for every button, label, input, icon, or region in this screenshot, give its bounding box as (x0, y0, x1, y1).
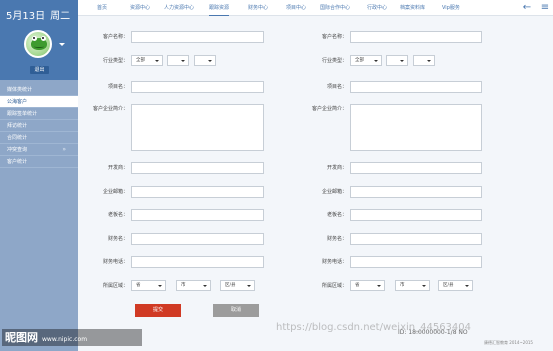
tab-projects[interactable]: 项目中心 (286, 0, 306, 16)
sidebar-header: 5月13日 周二 退出 (0, 0, 78, 80)
sidebar-item-contracts[interactable]: 合同统计 (0, 132, 78, 144)
label-project-right: 项目名： (326, 84, 347, 90)
menu-icon[interactable]: ≡ (539, 2, 551, 14)
industry-select-right[interactable]: 全部 (350, 55, 382, 66)
tab-international[interactable]: 国际合作中心 (320, 0, 350, 16)
industry-subselect-2[interactable] (194, 55, 216, 66)
double-chevron-right-icon: » (62, 146, 66, 153)
chevron-down-icon (181, 60, 185, 62)
date-text: 5月13日 (6, 11, 46, 22)
sidebar-item-customers[interactable]: 客户统计 (0, 156, 78, 168)
project-input[interactable] (131, 81, 264, 93)
sidebar-item-conflicts[interactable]: 冲突查询» (0, 144, 78, 156)
watermark-id: ID: 18:0000000-1/8 NO (398, 329, 468, 336)
chevron-down-icon (465, 285, 469, 287)
district-select-right[interactable]: 区/县 (438, 280, 473, 291)
sidebar-item-visits[interactable]: 拜访统计 (0, 120, 78, 132)
finance-input-right[interactable] (350, 233, 482, 245)
sidebar-item-public-customers[interactable]: 公海客户 (0, 96, 78, 108)
chevron-down-icon (377, 285, 381, 287)
chevron-down-icon (203, 285, 207, 287)
label-email: 企业邮箱： (102, 189, 128, 195)
intro-textarea-right[interactable] (350, 104, 482, 151)
province-select-right[interactable]: 省 (350, 280, 385, 291)
customer-name-input-right[interactable] (350, 31, 482, 43)
chevron-down-icon (155, 60, 159, 62)
label-finance: 财务名： (107, 236, 128, 242)
label-finance-right: 财务名： (326, 236, 347, 242)
sidebar-menu: 媒体类统计 公海客户 跟踪签单统计 拜访统计 合同统计 冲突查询» 客户统计 (0, 84, 78, 168)
contact-input[interactable] (131, 209, 264, 221)
chevron-down-icon (374, 60, 378, 62)
sidebar-item-media[interactable]: 媒体类统计 (0, 84, 78, 96)
email-input-right[interactable] (350, 186, 482, 198)
chevron-down-icon (400, 60, 404, 62)
industry-select[interactable]: 全部 (131, 55, 163, 66)
logout-button[interactable]: 退出 (30, 66, 49, 74)
developer-input-right[interactable] (350, 162, 482, 174)
intro-textarea[interactable] (131, 104, 264, 151)
cancel-button[interactable]: 取消 (213, 304, 259, 317)
phone-input[interactable] (131, 256, 264, 268)
chevron-down-icon (427, 60, 431, 62)
province-select[interactable]: 省 (131, 280, 166, 291)
chevron-down-icon (158, 285, 162, 287)
city-select-right[interactable]: 市 (395, 280, 430, 291)
frog-icon (31, 36, 47, 50)
sidebar: 5月13日 周二 退出 媒体类统计 公海客户 跟踪签单统计 拜访统计 合同统计 冲… (0, 0, 78, 351)
tab-admin[interactable]: 行政中心 (367, 0, 387, 16)
chevron-down-icon (422, 285, 426, 287)
avatar[interactable] (24, 30, 52, 58)
label-phone-right: 财务电话： (321, 259, 347, 265)
email-input[interactable] (131, 186, 264, 198)
chevron-down-icon (208, 60, 212, 62)
label-region: 所属区域： (102, 283, 128, 289)
sidebar-item-tracking[interactable]: 跟踪签单统计 (0, 108, 78, 120)
city-select[interactable]: 市 (176, 280, 211, 291)
tab-finance[interactable]: 财务中心 (248, 0, 268, 16)
back-arrow-icon[interactable]: ← (521, 2, 533, 14)
contact-input-right[interactable] (350, 209, 482, 221)
submit-button[interactable]: 提交 (135, 304, 181, 317)
tab-home[interactable]: 首页 (97, 0, 107, 16)
phone-input-right[interactable] (350, 256, 482, 268)
tab-tracking[interactable]: 跟踪资源 (209, 0, 230, 16)
label-customer-name-right: 客户名称： (321, 34, 347, 40)
label-customer-name: 客户名称： (102, 34, 128, 40)
tab-hr[interactable]: 人力资源中心 (164, 0, 194, 16)
label-contact-right: 老板名： (326, 212, 347, 218)
weekday-text: 周二 (50, 11, 71, 22)
top-nav: 首页 资源中心 人力资源中心 跟踪资源 财务中心 项目中心 国际合作中心 行政中… (78, 0, 553, 16)
label-project: 项目名： (107, 84, 128, 90)
industry-subselect-1-right[interactable] (386, 55, 408, 66)
label-region-right: 所属区域： (321, 283, 347, 289)
label-intro: 客户企业简介： (92, 106, 128, 112)
finance-input[interactable] (131, 233, 264, 245)
customer-name-input[interactable] (131, 31, 264, 43)
tab-vip[interactable]: Vip服务 (442, 0, 460, 16)
project-input-right[interactable] (350, 81, 482, 93)
footer-text: 康德汇智教育 2014~2015 (484, 340, 533, 345)
date-display: 5月13日 周二 (6, 11, 75, 23)
industry-subselect-1[interactable] (167, 55, 189, 66)
label-email-right: 企业邮箱： (321, 189, 347, 195)
industry-subselect-2-right[interactable] (413, 55, 435, 66)
caret-down-icon[interactable] (59, 43, 65, 46)
label-contact: 老板名： (107, 212, 128, 218)
label-phone: 财务电话： (102, 259, 128, 265)
district-select[interactable]: 区/县 (220, 280, 255, 291)
label-intro-right: 客户企业简介： (311, 106, 347, 112)
label-developer-right: 开发商： (326, 165, 347, 171)
developer-input[interactable] (131, 162, 264, 174)
label-industry: 行业类型： (102, 58, 128, 64)
label-industry-right: 行业类型： (321, 58, 347, 64)
tab-resources[interactable]: 资源中心 (130, 0, 150, 16)
tab-archive[interactable]: 档案资料库 (400, 0, 425, 16)
chevron-down-icon (247, 285, 251, 287)
watermark-nipic: 昵图网 www.nipic.com (2, 329, 142, 346)
label-developer: 开发商： (107, 165, 128, 171)
